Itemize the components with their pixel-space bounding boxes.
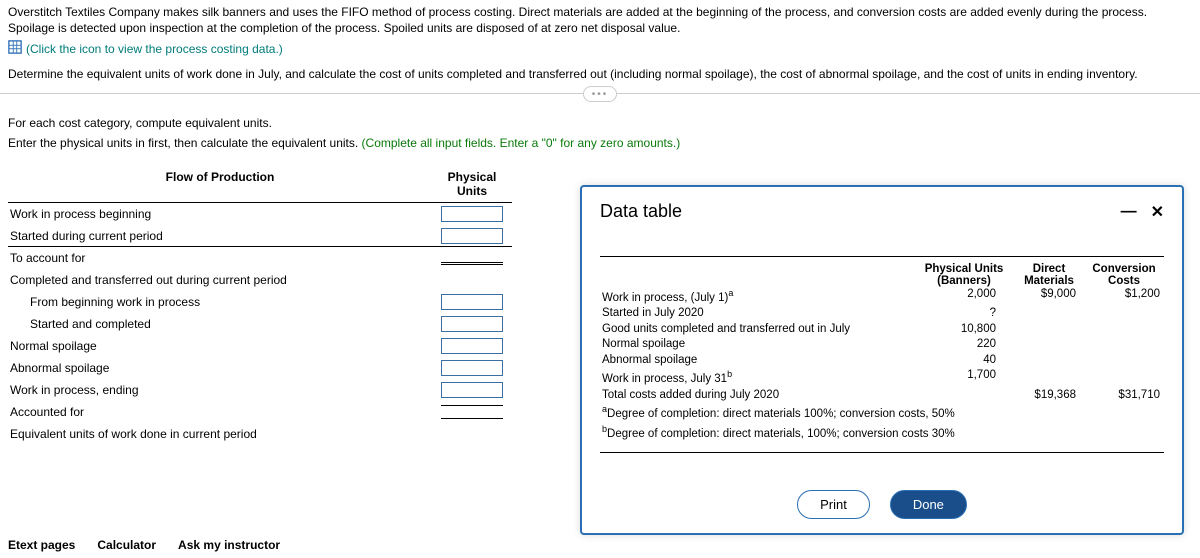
ws-label: Started and completed [8, 317, 432, 331]
dt-h-pu-b: (Banners) [937, 275, 991, 287]
ask-instructor-link[interactable]: Ask my instructor [178, 538, 280, 552]
dt-label: Work in process, (July 1) [602, 292, 728, 304]
ws-col-phys-b: Units [432, 184, 512, 198]
input-wip-beg[interactable] [441, 206, 503, 222]
dt-val: 2,000 [914, 287, 1014, 306]
dt-val: ? [914, 306, 1014, 322]
footnote-b: Degree of completion: direct materials, … [607, 427, 955, 439]
worksheet: Flow of Production Physical Units Work i… [0, 160, 520, 445]
section-instruction-2a: Enter the physical units in first, then … [8, 136, 362, 150]
dt-label: Normal spoilage [600, 337, 914, 353]
dt-val: 220 [914, 337, 1014, 353]
dt-val: $19,368 [1014, 388, 1084, 404]
dt-label: Abnormal spoilage [600, 353, 914, 369]
table-icon[interactable] [8, 40, 22, 57]
ws-col-flow: Flow of Production [8, 170, 432, 198]
ws-label: To account for [8, 251, 432, 265]
data-table-modal: Data table — ✕ Physical Units Direct Con… [580, 185, 1184, 535]
ws-label: Abnormal spoilage [8, 361, 432, 375]
print-button[interactable]: Print [797, 490, 870, 519]
input-norm[interactable] [441, 338, 503, 354]
modal-title: Data table [600, 201, 682, 222]
dt-val: 10,800 [914, 322, 1014, 338]
dt-h-cc-a: Conversion [1092, 263, 1155, 275]
input-started[interactable] [441, 228, 503, 244]
done-button[interactable]: Done [890, 490, 967, 519]
etext-pages-link[interactable]: Etext pages [8, 538, 75, 552]
ws-col-phys-a: Physical [432, 170, 512, 184]
sum-accounted [441, 405, 503, 419]
ws-label: Accounted for [8, 405, 432, 419]
ws-label: Work in process beginning [8, 207, 432, 221]
ws-label: Normal spoilage [8, 339, 432, 353]
dt-val: $1,200 [1084, 287, 1164, 306]
data-table: Physical Units Direct Conversion (Banner… [600, 256, 1164, 453]
expand-dots[interactable]: ••• [583, 86, 617, 102]
view-data-link[interactable]: (Click the icon to view the process cost… [26, 42, 283, 56]
ws-label: Completed and transferred out during cur… [8, 273, 432, 287]
problem-paragraph-1: Overstitch Textiles Company makes silk b… [0, 0, 1200, 38]
ws-label: From beginning work in process [8, 295, 432, 309]
input-abn[interactable] [441, 360, 503, 376]
dt-label: Good units completed and transferred out… [600, 322, 914, 338]
dt-val: 40 [914, 353, 1014, 369]
dt-val: $31,710 [1084, 388, 1164, 404]
input-wip-end[interactable] [441, 382, 503, 398]
dt-h-dm-a: Direct [1033, 263, 1066, 275]
calculator-link[interactable]: Calculator [97, 538, 156, 552]
dt-sup: b [727, 369, 732, 379]
input-from-beg[interactable] [441, 294, 503, 310]
sum-to-account [441, 251, 503, 265]
dt-val: $9,000 [1014, 287, 1084, 306]
dt-h-pu-a: Physical Units [925, 263, 1004, 275]
dt-sup: a [728, 288, 733, 298]
minimize-icon[interactable]: — [1121, 203, 1137, 221]
dt-val: 1,700 [914, 368, 1014, 387]
section-instruction-1: For each cost category, compute equivale… [0, 98, 1200, 134]
dt-h-cc-b: Costs [1108, 275, 1140, 287]
dt-label: Total costs added during July 2020 [600, 388, 914, 404]
section-instruction-2b: (Complete all input fields. Enter a "0" … [362, 136, 681, 150]
ws-label: Work in process, ending [8, 383, 432, 397]
divider: ••• [0, 93, 1200, 94]
dt-label: Started in July 2020 [600, 306, 914, 322]
ws-label: Started during current period [8, 229, 432, 243]
dt-label: Work in process, July 31 [602, 373, 727, 385]
close-icon[interactable]: ✕ [1151, 202, 1164, 222]
footnote-a: Degree of completion: direct materials 1… [607, 408, 955, 420]
ws-label: Equivalent units of work done in current… [8, 427, 432, 441]
dt-h-dm-b: Materials [1024, 275, 1074, 287]
input-start-comp[interactable] [441, 316, 503, 332]
